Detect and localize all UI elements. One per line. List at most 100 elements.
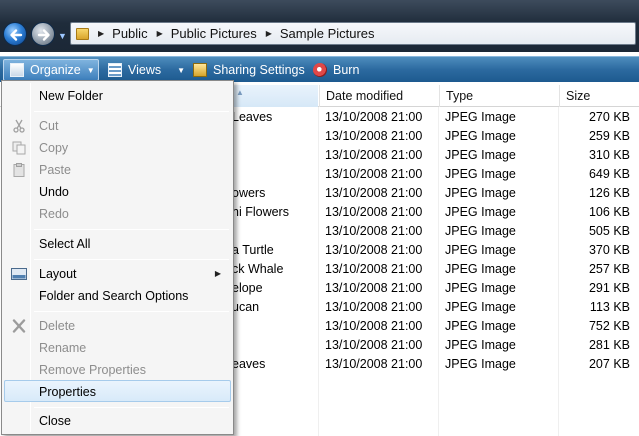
menu-item-remove-properties[interactable]: Remove Properties (4, 359, 231, 381)
menu-item-new-folder[interactable]: New Folder (4, 85, 231, 107)
chevron-right-icon: ▶ (214, 269, 221, 278)
menu-item-label: Properties (39, 385, 96, 399)
breadcrumb-public-pictures[interactable]: Public Pictures (171, 26, 257, 41)
menu-item-layout[interactable]: Layout ▶ (4, 263, 231, 285)
views-icon (108, 63, 122, 77)
breadcrumb-public[interactable]: Public (112, 26, 147, 41)
arrow-right-icon (37, 29, 50, 41)
file-size: 310 KB (588, 148, 630, 162)
file-size: 270 KB (588, 110, 630, 124)
file-name: ck Whale (232, 262, 284, 276)
file-size: 113 KB (589, 300, 630, 314)
menu-item-folder-and-search-options[interactable]: Folder and Search Options (4, 285, 231, 307)
menu-item-label: Copy (39, 141, 69, 155)
delete-x-icon (12, 319, 26, 333)
file-date: 13/10/2008 21:00 (325, 205, 423, 219)
organize-icon (10, 63, 24, 77)
menu-item-cut[interactable]: Cut (4, 115, 231, 137)
file-type: JPEG Image (445, 205, 516, 219)
menu-separator (34, 229, 229, 230)
file-date: 13/10/2008 21:00 (325, 281, 423, 295)
menu-item-label: Select All (39, 237, 91, 251)
file-type: JPEG Image (445, 110, 516, 124)
layout-icon (11, 268, 27, 280)
column-header-name[interactable] (233, 85, 318, 107)
organize-button[interactable]: Organize ▼ (3, 59, 99, 81)
menu-item-copy[interactable]: Copy (4, 137, 231, 159)
file-name: ucan (232, 300, 260, 314)
file-size: 257 KB (588, 262, 630, 276)
views-label: Views (128, 63, 162, 77)
menu-item-label: Redo (39, 207, 69, 221)
file-type: JPEG Image (445, 300, 516, 314)
file-type: JPEG Image (445, 357, 516, 371)
menu-separator (34, 407, 229, 408)
menu-item-label: Paste (39, 163, 71, 177)
menu-item-undo[interactable]: Undo (4, 181, 231, 203)
file-name: Leaves (232, 110, 273, 124)
file-date: 13/10/2008 21:00 (325, 186, 423, 200)
menu-item-label: Layout (39, 267, 77, 281)
file-date: 13/10/2008 21:00 (325, 262, 423, 276)
forward-button[interactable] (31, 22, 55, 46)
menu-separator (34, 259, 229, 260)
menu-item-redo[interactable]: Redo (4, 203, 231, 225)
organize-menu: New Folder Cut Copy Paste Undo Redo Sele… (1, 80, 234, 435)
file-date: 13/10/2008 21:00 (325, 338, 423, 352)
file-type: JPEG Image (445, 243, 516, 257)
file-date: 13/10/2008 21:00 (325, 243, 423, 257)
recent-pages-dropdown-icon[interactable]: ▼ (58, 31, 67, 41)
file-type: JPEG Image (445, 224, 516, 238)
menu-item-close[interactable]: Close (4, 410, 231, 432)
file-date: 13/10/2008 21:00 (325, 319, 423, 333)
column-header-type[interactable]: Type (439, 85, 559, 107)
file-date: 13/10/2008 21:00 (325, 129, 423, 143)
burn-button[interactable]: Burn (313, 57, 359, 83)
menu-item-paste[interactable]: Paste (4, 159, 231, 181)
file-type: JPEG Image (445, 338, 516, 352)
command-bar: Organize ▼ Views ▼ Sharing Settings Burn (0, 56, 639, 82)
menu-item-properties[interactable]: Properties (4, 380, 231, 402)
menu-separator (34, 111, 229, 112)
column-header-date-modified[interactable]: Date modified (319, 85, 439, 107)
menu-item-rename[interactable]: Rename (4, 337, 231, 359)
file-size: 370 KB (588, 243, 630, 257)
breadcrumb-separator-icon[interactable]: ▶ (266, 29, 272, 38)
file-type: JPEG Image (445, 262, 516, 276)
menu-separator (34, 311, 229, 312)
file-date: 13/10/2008 21:00 (325, 300, 423, 314)
burn-disc-icon (313, 63, 327, 77)
address-bar[interactable]: ▶ Public ▶ Public Pictures ▶ Sample Pict… (70, 22, 636, 45)
navigation-bar: ▼ ▶ Public ▶ Public Pictures ▶ Sample Pi… (0, 0, 639, 52)
breadcrumb-separator-icon[interactable]: ▶ (98, 29, 104, 38)
file-size: 752 KB (588, 319, 630, 333)
breadcrumb-sample-pictures[interactable]: Sample Pictures (280, 26, 375, 41)
file-type: JPEG Image (445, 129, 516, 143)
file-type: JPEG Image (445, 148, 516, 162)
file-size: 126 KB (588, 186, 630, 200)
menu-item-label: Rename (39, 341, 87, 355)
file-name: ni Flowers (232, 205, 289, 219)
file-size: 281 KB (588, 338, 630, 352)
sharing-label: Sharing Settings (213, 63, 305, 77)
menu-item-select-all[interactable]: Select All (4, 233, 231, 255)
menu-item-label: Folder and Search Options (39, 289, 189, 303)
back-button[interactable] (3, 22, 27, 46)
organize-label: Organize (30, 63, 81, 77)
menu-item-label: Undo (39, 185, 69, 199)
menu-item-delete[interactable]: Delete (4, 315, 231, 337)
file-name: owers (232, 186, 266, 200)
file-name: eaves (232, 357, 266, 371)
folder-icon (76, 27, 89, 40)
file-type: JPEG Image (445, 186, 516, 200)
menu-item-label: Remove Properties (39, 363, 146, 377)
file-date: 13/10/2008 21:00 (325, 110, 423, 124)
chevron-down-icon: ▼ (86, 65, 95, 75)
file-size: 207 KB (588, 357, 630, 371)
file-date: 13/10/2008 21:00 (325, 357, 423, 371)
burn-label: Burn (333, 63, 360, 77)
menu-item-label: Close (39, 414, 71, 428)
column-header-size[interactable]: Size (559, 85, 639, 107)
breadcrumb-separator-icon[interactable]: ▶ (157, 29, 163, 38)
chevron-down-icon[interactable]: ▼ (177, 66, 185, 75)
